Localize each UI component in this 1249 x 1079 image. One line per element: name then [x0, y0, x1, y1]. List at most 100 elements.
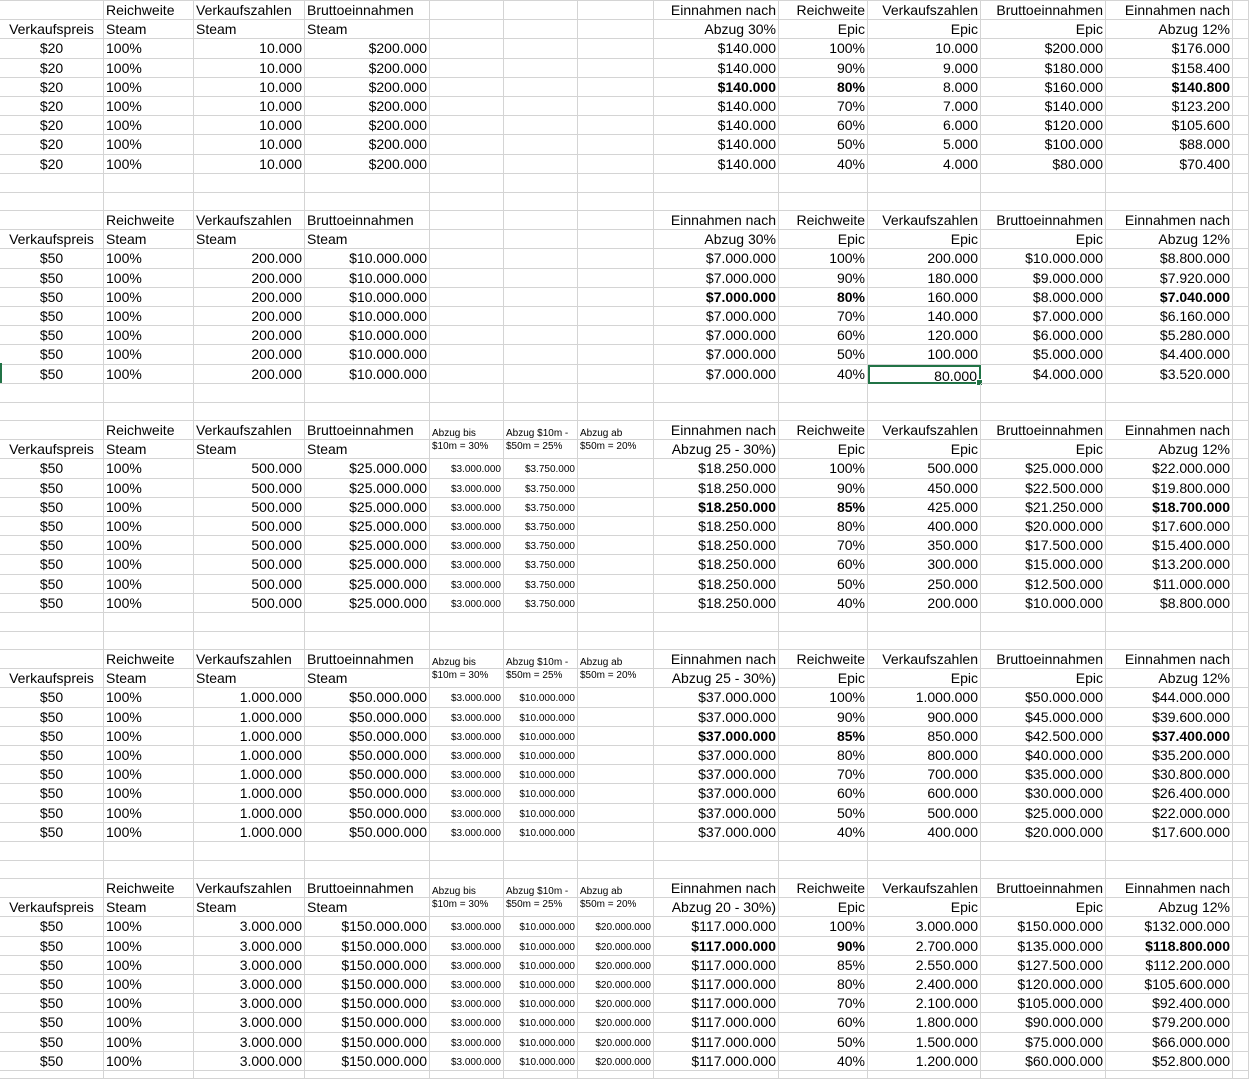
table-cell[interactable]: 400.000: [868, 517, 981, 537]
empty-cell[interactable]: [305, 193, 430, 211]
empty-cell[interactable]: [1233, 842, 1249, 862]
table-cell[interactable]: 400.000: [868, 822, 981, 842]
table-cell[interactable]: 1.000.000: [194, 784, 305, 804]
table-cell[interactable]: 500.000: [194, 478, 305, 498]
table-cell[interactable]: [430, 135, 504, 155]
empty-cell[interactable]: [504, 193, 578, 211]
empty-cell[interactable]: [578, 632, 654, 650]
table-cell[interactable]: $25.000.000: [305, 497, 430, 517]
empty-cell[interactable]: [1233, 77, 1249, 97]
empty-cell[interactable]: [0, 403, 104, 421]
header-cell[interactable]: Steam: [305, 440, 430, 460]
empty-cell[interactable]: [104, 1071, 194, 1079]
header-cell[interactable]: Bruttoeinnahmen: [981, 650, 1106, 670]
table-cell[interactable]: $105.000.000: [981, 994, 1106, 1014]
table-cell[interactable]: $3.750.000: [504, 517, 578, 537]
header-cell[interactable]: Reichweite: [104, 211, 194, 231]
header-cell[interactable]: Steam: [104, 230, 194, 250]
table-cell[interactable]: $3.000.000: [430, 746, 504, 766]
table-cell[interactable]: 500.000: [194, 497, 305, 517]
empty-cell[interactable]: [868, 173, 981, 193]
empty-cell[interactable]: [1233, 39, 1249, 59]
table-cell[interactable]: 2.100.000: [868, 994, 981, 1014]
table-cell[interactable]: $88.000: [1106, 135, 1233, 155]
table-cell[interactable]: 100%: [104, 58, 194, 78]
header-cell[interactable]: Reichweite: [104, 650, 194, 670]
table-cell[interactable]: $50: [0, 955, 104, 975]
table-cell[interactable]: $3.000.000: [430, 822, 504, 842]
empty-cell[interactable]: [430, 173, 504, 193]
empty-cell[interactable]: [1233, 97, 1249, 117]
table-cell[interactable]: $8.800.000: [1106, 593, 1233, 613]
table-cell[interactable]: $6.000.000: [981, 326, 1106, 346]
table-cell[interactable]: $50: [0, 784, 104, 804]
table-cell[interactable]: [430, 345, 504, 365]
table-cell[interactable]: $6.160.000: [1106, 307, 1233, 327]
empty-cell[interactable]: [981, 173, 1106, 193]
empty-cell[interactable]: [305, 173, 430, 193]
table-cell[interactable]: $50: [0, 593, 104, 613]
header-cell[interactable]: $10m = 30%: [430, 440, 504, 460]
table-cell[interactable]: $8.800.000: [1106, 249, 1233, 269]
empty-cell[interactable]: [1233, 345, 1249, 365]
table-cell[interactable]: [504, 307, 578, 327]
empty-cell[interactable]: [504, 173, 578, 193]
header-cell[interactable]: $50m = 25%: [504, 669, 578, 689]
header-cell[interactable]: Epic: [868, 440, 981, 460]
empty-cell[interactable]: [1233, 364, 1249, 384]
table-cell[interactable]: $3.750.000: [504, 593, 578, 613]
table-cell[interactable]: 100%: [104, 517, 194, 537]
table-cell[interactable]: $35.000.000: [981, 765, 1106, 785]
header-cell[interactable]: [578, 1, 654, 21]
header-cell[interactable]: [578, 211, 654, 231]
header-cell[interactable]: Epic: [779, 669, 868, 689]
table-cell[interactable]: [430, 364, 504, 384]
header-cell[interactable]: Bruttoeinnahmen: [305, 1, 430, 21]
table-cell[interactable]: $3.000.000: [430, 975, 504, 995]
header-cell[interactable]: Epic: [981, 20, 1106, 40]
table-cell[interactable]: 70%: [779, 536, 868, 556]
empty-cell[interactable]: [578, 861, 654, 879]
empty-cell[interactable]: [779, 1071, 868, 1079]
empty-cell[interactable]: [0, 1071, 104, 1079]
table-cell[interactable]: [578, 77, 654, 97]
table-cell[interactable]: $92.400.000: [1106, 994, 1233, 1014]
empty-cell[interactable]: [1233, 936, 1249, 956]
table-cell[interactable]: 100%: [104, 116, 194, 136]
table-cell[interactable]: [578, 517, 654, 537]
header-cell[interactable]: Epic: [981, 898, 1106, 918]
table-cell[interactable]: 100%: [779, 459, 868, 479]
table-cell[interactable]: $42.500.000: [981, 726, 1106, 746]
empty-cell[interactable]: [430, 861, 504, 879]
table-cell[interactable]: 160.000: [868, 287, 981, 307]
empty-cell[interactable]: [981, 613, 1106, 633]
empty-cell[interactable]: [104, 632, 194, 650]
table-cell[interactable]: $160.000: [981, 77, 1106, 97]
header-cell[interactable]: Abzug ab: [578, 650, 654, 670]
table-cell[interactable]: $50: [0, 364, 104, 384]
table-cell[interactable]: 600.000: [868, 784, 981, 804]
empty-cell[interactable]: [654, 173, 779, 193]
empty-cell[interactable]: [578, 173, 654, 193]
table-cell[interactable]: 9.000: [868, 58, 981, 78]
table-cell[interactable]: $117.000.000: [654, 1051, 779, 1071]
header-cell[interactable]: Steam: [104, 898, 194, 918]
table-cell[interactable]: 10.000: [194, 39, 305, 59]
table-cell[interactable]: 1.200.000: [868, 1051, 981, 1071]
table-cell[interactable]: $50: [0, 688, 104, 708]
table-cell[interactable]: 10.000: [194, 97, 305, 117]
empty-cell[interactable]: [578, 613, 654, 633]
table-cell[interactable]: 200.000: [194, 268, 305, 288]
header-cell[interactable]: Verkaufspreis: [0, 230, 104, 250]
table-cell[interactable]: 500.000: [194, 555, 305, 575]
table-cell[interactable]: 40%: [779, 822, 868, 842]
table-cell[interactable]: 350.000: [868, 536, 981, 556]
header-cell[interactable]: Epic: [779, 440, 868, 460]
empty-cell[interactable]: [430, 842, 504, 862]
empty-cell[interactable]: [578, 1071, 654, 1079]
table-cell[interactable]: $10.000.000: [305, 364, 430, 384]
empty-cell[interactable]: [0, 632, 104, 650]
table-cell[interactable]: $7.000.000: [654, 345, 779, 365]
table-cell[interactable]: 50%: [779, 345, 868, 365]
table-cell[interactable]: $19.800.000: [1106, 478, 1233, 498]
